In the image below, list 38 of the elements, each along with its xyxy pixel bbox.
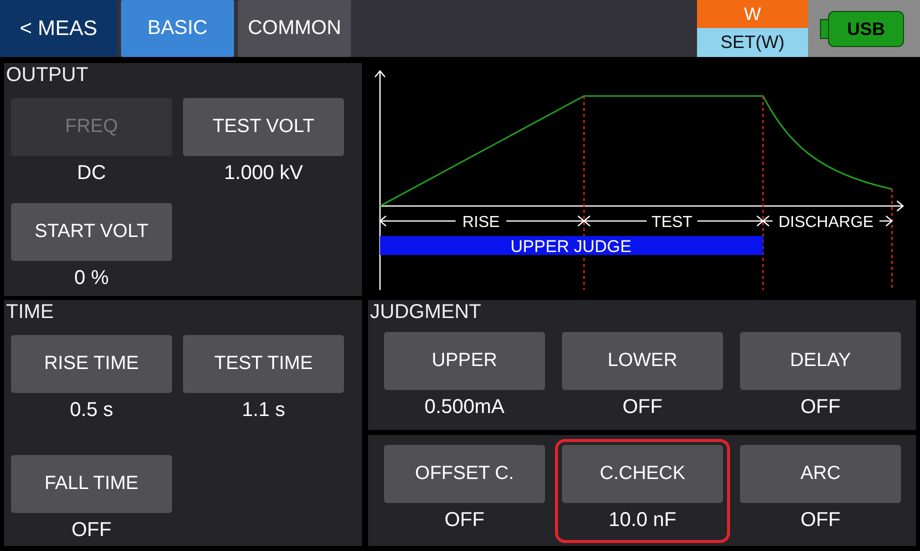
setting-button[interactable]: START VOLT — [11, 203, 172, 261]
setting-button[interactable]: FALL TIME — [11, 455, 172, 513]
setting-button[interactable]: TEST VOLT — [183, 98, 344, 156]
setting-value: OFF — [444, 508, 484, 533]
judge-label: UPPER JUDGE — [510, 237, 632, 256]
back-button[interactable]: < MEAS — [0, 0, 117, 57]
setting-button[interactable]: OFFSET C. — [384, 445, 545, 503]
setting-value: 10.0 nF — [608, 508, 676, 533]
setting-button[interactable]: DELAY — [740, 332, 901, 390]
setting-value: 0.5 s — [70, 398, 114, 423]
setting-button[interactable]: RISE TIME — [11, 335, 172, 393]
setting-value: 1.000 kV — [224, 161, 303, 186]
usb-indicator: USB — [820, 10, 904, 46]
setting-value: OFF — [622, 395, 662, 420]
setting-value: 0.500mA — [424, 395, 505, 420]
setting-button[interactable]: UPPER — [384, 332, 545, 390]
panel-title: TIME — [5, 300, 55, 324]
mode-value: W — [697, 0, 808, 28]
setting-value: OFF — [800, 508, 840, 533]
setting-button[interactable]: TEST TIME — [183, 335, 344, 393]
panel-title: JUDGMENT — [369, 300, 482, 324]
setting-value: 1.1 s — [242, 398, 286, 423]
tab[interactable]: COMMON — [238, 0, 351, 57]
phase-label: TEST — [652, 214, 692, 231]
panel-title: OUTPUT — [5, 63, 90, 87]
dimension-arrow — [583, 216, 647, 226]
setting-value: OFF — [72, 518, 112, 543]
setting-button[interactable]: LOWER — [562, 332, 723, 390]
mode-label: SET(W) — [697, 28, 808, 57]
phase-label: RISE — [462, 214, 500, 231]
dimension-arrow — [879, 216, 893, 226]
setting-button[interactable]: C.CHECK — [562, 445, 723, 503]
tab[interactable]: BASIC — [121, 0, 234, 57]
setting-value: DC — [77, 161, 106, 186]
phase-label: DISCHARGE — [778, 214, 874, 231]
setting-value: OFF — [800, 395, 840, 420]
setting-value: 0 % — [74, 266, 109, 291]
setting-button[interactable]: ARC — [740, 445, 901, 503]
